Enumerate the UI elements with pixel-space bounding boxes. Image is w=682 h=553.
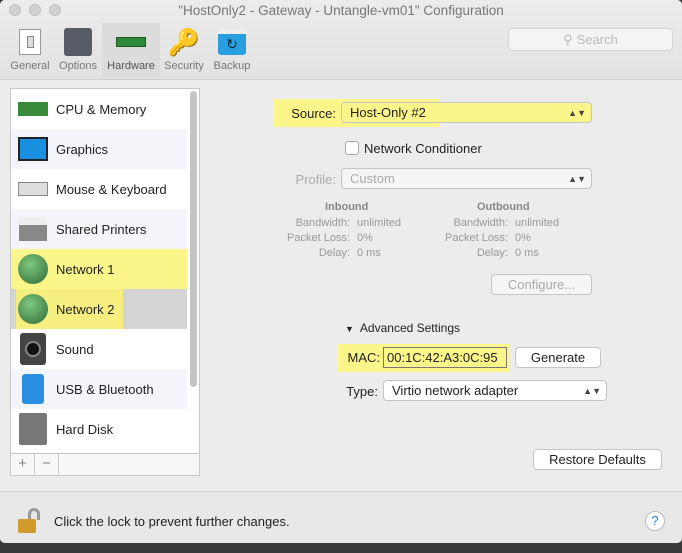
type-label: Type: <box>346 384 378 399</box>
printer-icon <box>16 212 50 246</box>
tab-general[interactable]: General <box>6 23 54 77</box>
sidebar-item-sound[interactable]: Sound <box>11 329 187 369</box>
backup-icon: ↻ <box>217 28 247 56</box>
ram-icon <box>116 28 146 56</box>
source-label: Source: <box>291 106 336 121</box>
inbound-delay-label: Delay: <box>318 247 350 259</box>
monitor-icon <box>16 132 50 166</box>
outbound-delay-label: Delay: <box>476 247 508 259</box>
generate-button[interactable]: Generate <box>515 347 601 368</box>
tab-backup[interactable]: ↻ Backup <box>208 23 256 77</box>
configure-button[interactable]: Configure... <box>491 274 592 295</box>
search-input[interactable]: ⚲ Search <box>508 28 673 51</box>
disclosure-triangle-icon: ▼ <box>345 324 354 334</box>
type-select[interactable]: Virtio network adapter ▲▼ <box>383 380 607 401</box>
sidebar-item-network-2[interactable]: Network 2 <box>11 289 187 329</box>
lock-text: Click the lock to prevent further change… <box>54 514 290 529</box>
globe-icon <box>16 292 50 326</box>
hardware-list: CPU & Memory Graphics Mouse & Keyboard S… <box>10 88 200 454</box>
inbound-loss: 0% <box>357 232 373 244</box>
outbound-bandwidth-label: Bandwidth: <box>453 217 508 229</box>
key-icon: 🔑 <box>167 26 201 57</box>
scrollbar[interactable] <box>190 91 197 387</box>
chevron-updown-icon: ▲▼ <box>568 107 586 118</box>
footer: Click the lock to prevent further change… <box>0 491 682 543</box>
outbound-loss: 0% <box>515 232 531 244</box>
speaker-icon <box>16 332 50 366</box>
sidebar-item-cpu-memory[interactable]: CPU & Memory <box>11 89 187 129</box>
add-button[interactable]: + <box>11 454 35 475</box>
outbound-title: Outbound <box>477 201 530 213</box>
search-icon: ⚲ <box>563 31 573 47</box>
sliders-icon <box>63 28 93 56</box>
network-conditioner-checkbox[interactable] <box>345 141 359 155</box>
tab-security[interactable]: 🔑 Security <box>160 23 208 77</box>
titlebar: "HostOnly2 - Gateway - Untangle-vm01" Co… <box>0 0 682 80</box>
globe-icon <box>16 252 50 286</box>
hard-disk-icon <box>16 412 50 446</box>
remove-button[interactable]: − <box>35 454 59 475</box>
tab-options[interactable]: Options <box>54 23 102 77</box>
sidebar-item-network-1[interactable]: Network 1 <box>11 249 187 289</box>
sidebar-item-usb-bluetooth[interactable]: USB & Bluetooth <box>11 369 187 409</box>
inbound-delay: 0 ms <box>357 247 381 259</box>
network-conditioner-label: Network Conditioner <box>364 141 482 156</box>
inbound-bandwidth: unlimited <box>357 217 402 229</box>
inbound-title: Inbound <box>325 201 369 213</box>
advanced-settings-toggle[interactable]: ▼ Advanced Settings <box>345 321 460 335</box>
lock-icon[interactable] <box>18 508 44 534</box>
mac-label: MAC: <box>347 350 381 365</box>
mac-field[interactable]: 00:1C:42:A3:0C:95 <box>383 347 507 368</box>
profile-select[interactable]: Custom ▲▼ <box>341 168 592 189</box>
cpu-icon <box>16 92 50 126</box>
outbound-loss-label: Packet Loss: <box>445 232 508 244</box>
profile-label: Profile: <box>295 172 336 187</box>
keyboard-icon <box>16 172 50 206</box>
sidebar-item-hard-disk[interactable]: Hard Disk <box>11 409 187 449</box>
help-button[interactable]: ? <box>645 511 665 531</box>
sidebar-item-shared-printers[interactable]: Shared Printers <box>11 209 187 249</box>
usb-icon <box>16 372 50 406</box>
tab-hardware[interactable]: Hardware <box>102 23 160 77</box>
outbound-bandwidth: unlimited <box>515 217 560 229</box>
source-select[interactable]: Host-Only #2 ▲▼ <box>341 102 592 123</box>
inbound-bandwidth-label: Bandwidth: <box>295 217 350 229</box>
sidebar-item-graphics[interactable]: Graphics <box>11 129 187 169</box>
restore-defaults-button[interactable]: Restore Defaults <box>533 449 662 470</box>
window-title: "HostOnly2 - Gateway - Untangle-vm01" Co… <box>178 3 504 18</box>
switch-icon <box>15 28 45 56</box>
sidebar-item-mouse-keyboard[interactable]: Mouse & Keyboard <box>11 169 187 209</box>
config-window: "HostOnly2 - Gateway - Untangle-vm01" Co… <box>0 0 682 543</box>
inbound-loss-label: Packet Loss: <box>287 232 350 244</box>
outbound-delay: 0 ms <box>515 247 539 259</box>
